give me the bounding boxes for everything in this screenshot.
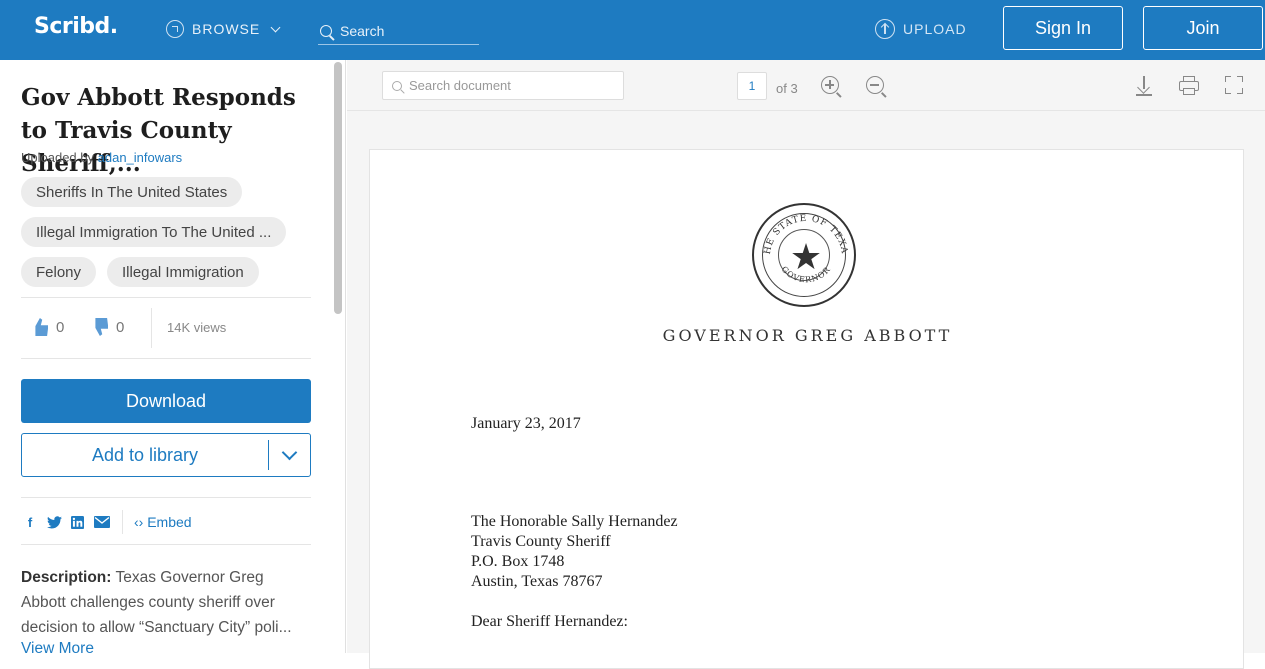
code-icon: ‹› — [134, 514, 144, 530]
add-to-library-control: Add to library — [21, 433, 311, 477]
thumbs-down-icon — [95, 318, 108, 336]
browse-label: BROWSE — [192, 21, 261, 37]
addressee-title: Travis County Sheriff — [471, 533, 611, 550]
document-search-input[interactable] — [409, 78, 609, 93]
join-button[interactable]: Join — [1143, 6, 1263, 50]
facebook-icon: f — [27, 514, 33, 530]
thumbs-up-icon — [35, 318, 48, 336]
chevron-down-icon — [281, 444, 298, 460]
addressee-pobox: P.O. Box 1748 — [471, 553, 565, 570]
panel-scrollbar[interactable] — [334, 62, 342, 314]
facebook-share[interactable]: f — [23, 514, 37, 530]
tag-chip[interactable]: Sheriffs In The United States — [21, 177, 243, 207]
upload-icon — [875, 19, 895, 39]
tag-chip[interactable]: Felony — [21, 257, 97, 287]
dislike-button[interactable]: 0 — [90, 318, 124, 336]
dislike-count: 0 — [116, 318, 125, 336]
linkedin-icon — [71, 515, 84, 529]
top-nav: Scribd. BROWSE UPLOAD Sign In Join — [0, 0, 1265, 60]
twitter-icon — [47, 515, 62, 528]
document-info-panel: Gov Abbott Responds to Travis County She… — [0, 60, 346, 657]
view-count: 14K views — [167, 320, 227, 335]
header-search — [318, 18, 479, 45]
zoom-in-icon[interactable] — [821, 76, 839, 94]
description-label: Description: — [21, 569, 112, 586]
view-more-link[interactable]: View More — [21, 640, 94, 658]
page-total: of 3 — [776, 81, 798, 96]
linkedin-share[interactable] — [71, 515, 84, 529]
document-title: Gov Abbott Responds to Travis County She… — [21, 84, 296, 177]
download-button[interactable]: Download — [21, 379, 311, 423]
letter-salutation: Dear Sheriff Hernandez: — [471, 613, 628, 630]
search-icon — [392, 80, 402, 91]
addressee-city: Austin, Texas 78767 — [471, 573, 603, 590]
texas-seal-logo: ★ THE STATE OF TEXAS GOVERNOR — [752, 203, 856, 307]
page-number-input[interactable]: 1 — [737, 72, 767, 100]
upload-label: UPLOAD — [903, 21, 967, 37]
document-search — [382, 71, 624, 100]
twitter-share[interactable] — [47, 515, 62, 529]
divider — [122, 510, 123, 534]
search-icon — [320, 25, 332, 37]
download-icon[interactable] — [1134, 76, 1154, 96]
print-icon[interactable] — [1179, 76, 1199, 96]
divider — [151, 308, 152, 348]
uploaded-by-prefix: Uploaded by — [21, 150, 94, 165]
divider — [21, 358, 311, 359]
svg-text:THE STATE OF TEXAS: THE STATE OF TEXAS — [754, 205, 849, 255]
embed-link[interactable]: ‹› Embed — [134, 514, 192, 530]
browse-menu[interactable]: BROWSE — [166, 20, 281, 38]
divider — [21, 544, 311, 545]
uploader-link[interactable]: adan_infowars — [98, 150, 183, 165]
document-viewer: ★ THE STATE OF TEXAS GOVERNOR GOVERNOR G… — [347, 111, 1265, 669]
header-search-input[interactable] — [340, 23, 470, 39]
chevron-down-icon — [270, 22, 281, 32]
sign-in-button[interactable]: Sign In — [1003, 6, 1123, 50]
email-share[interactable] — [94, 515, 110, 529]
tag-chip[interactable]: Illegal Immigration To The United ... — [21, 217, 287, 247]
embed-label: Embed — [147, 514, 192, 530]
seal-top-text: THE STATE OF TEXAS — [754, 205, 848, 255]
email-icon — [94, 516, 110, 528]
tag-chip[interactable]: Illegal Immigration — [107, 257, 259, 287]
svg-text:GOVERNOR: GOVERNOR — [780, 265, 833, 285]
add-to-library-button[interactable]: Add to library — [22, 434, 268, 476]
addressee-name: The Honorable Sally Hernandez — [471, 513, 678, 530]
letter-date: January 23, 2017 — [471, 415, 581, 432]
seal-bottom-text: GOVERNOR — [780, 265, 832, 285]
fullscreen-icon[interactable] — [1225, 76, 1243, 94]
like-button[interactable]: 0 — [30, 318, 64, 336]
document-page: ★ THE STATE OF TEXAS GOVERNOR GOVERNOR G… — [369, 149, 1244, 669]
library-dropdown-button[interactable] — [269, 434, 310, 476]
document-description: Description: Texas Governor Greg Abbott … — [21, 565, 311, 640]
uploaded-by: Uploaded by adan_infowars — [21, 150, 182, 165]
upload-link[interactable]: UPLOAD — [875, 19, 967, 39]
scribd-logo[interactable]: Scribd. — [34, 14, 118, 39]
zoom-out-icon[interactable] — [866, 76, 884, 94]
compass-icon — [166, 20, 184, 38]
divider — [21, 297, 311, 298]
letterhead: GOVERNOR GREG ABBOTT — [662, 326, 953, 345]
like-count: 0 — [56, 318, 65, 336]
viewer-toolbar: 1 of 3 — [347, 60, 1265, 111]
divider — [21, 497, 311, 498]
